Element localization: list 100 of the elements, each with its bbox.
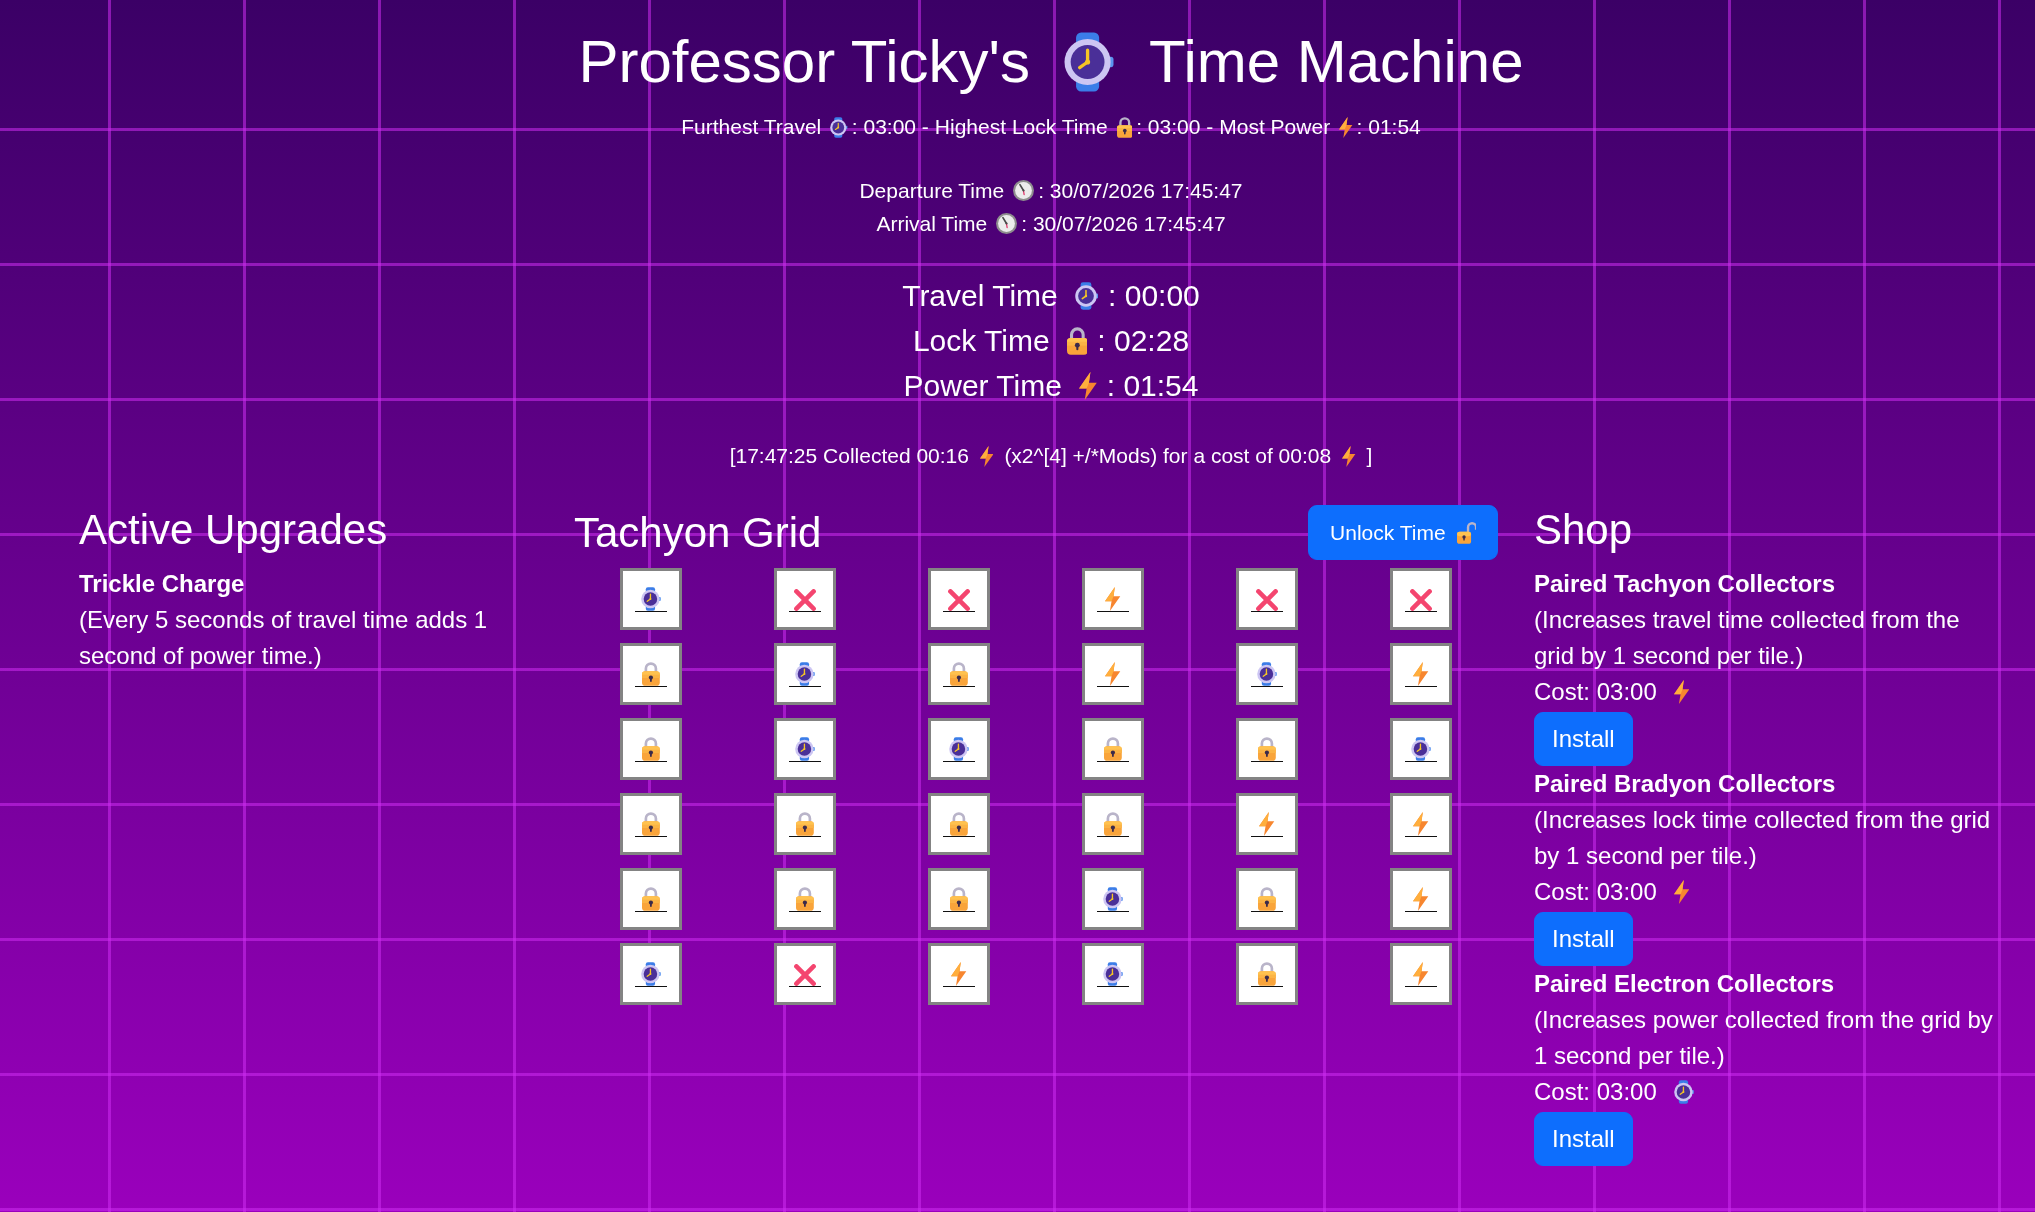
grid-tile[interactable] bbox=[1390, 793, 1452, 855]
clock-icon bbox=[1013, 180, 1035, 201]
readout-label: Power Time bbox=[903, 368, 1062, 404]
lock-icon bbox=[642, 812, 660, 836]
watch-icon bbox=[1103, 962, 1123, 986]
cross-icon bbox=[794, 589, 816, 611]
lock-icon bbox=[1258, 887, 1276, 911]
grid-tile[interactable] bbox=[774, 868, 836, 930]
cross-icon bbox=[1410, 589, 1432, 611]
grid-tile[interactable] bbox=[928, 793, 990, 855]
item-description: (Increases lock time collected from the grid by 1 second per tile.) bbox=[1534, 805, 1992, 871]
grid-tile[interactable] bbox=[1236, 943, 1298, 1005]
grid-tile[interactable] bbox=[620, 943, 682, 1005]
item-cost: Cost: 03:00 bbox=[1534, 877, 1657, 907]
grid-tile[interactable] bbox=[1082, 943, 1144, 1005]
readout-value: : 02:28 bbox=[1097, 323, 1190, 359]
grid-tile[interactable] bbox=[1236, 643, 1298, 705]
grid-tile[interactable] bbox=[1082, 643, 1144, 705]
item-name: Paired Tachyon Collectors bbox=[1534, 569, 1836, 599]
watch-icon bbox=[1074, 281, 1099, 310]
grid-tile[interactable] bbox=[928, 718, 990, 780]
grid-tile[interactable] bbox=[1236, 568, 1298, 630]
grid-tile[interactable] bbox=[620, 643, 682, 705]
lock-icon bbox=[642, 887, 660, 911]
grid-tile[interactable] bbox=[774, 793, 836, 855]
grid-tile[interactable] bbox=[1390, 868, 1452, 930]
bolt-icon bbox=[1413, 662, 1429, 686]
lock-icon bbox=[796, 812, 814, 836]
grid-tile[interactable] bbox=[1236, 718, 1298, 780]
grid-tile[interactable] bbox=[1082, 868, 1144, 930]
grid-tile[interactable] bbox=[620, 793, 682, 855]
time-label: Departure Time bbox=[859, 178, 1005, 204]
app-title: Time Machine bbox=[1149, 27, 1524, 97]
cross-icon bbox=[1256, 589, 1278, 611]
bolt-icon bbox=[1342, 445, 1356, 467]
lock-icon bbox=[642, 662, 660, 686]
grid-tile[interactable] bbox=[620, 868, 682, 930]
grid-tile[interactable] bbox=[774, 568, 836, 630]
record-label: Highest Lock Time bbox=[934, 114, 1108, 140]
open-lock-icon bbox=[1456, 521, 1476, 544]
item-description: (Increases travel time collected from the grid by 1 second per tile.) bbox=[1534, 605, 1961, 671]
grid-tile[interactable] bbox=[1082, 718, 1144, 780]
grid-tile[interactable] bbox=[928, 568, 990, 630]
bolt-icon bbox=[1673, 680, 1690, 704]
grid-tile[interactable] bbox=[774, 718, 836, 780]
watch-icon bbox=[1257, 662, 1277, 686]
watch-icon bbox=[641, 587, 661, 611]
clock-icon bbox=[996, 213, 1018, 234]
lock-icon bbox=[1066, 326, 1088, 355]
lock-icon bbox=[1258, 737, 1276, 761]
record-label: Most Power bbox=[1219, 114, 1331, 140]
grid-tile[interactable] bbox=[1236, 793, 1298, 855]
lock-icon bbox=[950, 887, 968, 911]
bolt-icon bbox=[1105, 662, 1121, 686]
grid-tile[interactable] bbox=[774, 943, 836, 1005]
lock-icon bbox=[1104, 812, 1122, 836]
section-heading: Shop bbox=[1534, 505, 1634, 555]
grid-tile[interactable] bbox=[774, 643, 836, 705]
grid-tile[interactable] bbox=[620, 568, 682, 630]
grid-tile[interactable] bbox=[928, 943, 990, 1005]
install-button[interactable]: Install bbox=[1534, 912, 1633, 966]
grid-tile[interactable] bbox=[1236, 868, 1298, 930]
watch-icon bbox=[949, 737, 969, 761]
lock-icon bbox=[950, 812, 968, 836]
bolt-icon bbox=[951, 962, 967, 986]
bolt-icon bbox=[1339, 116, 1353, 138]
install-button[interactable]: Install bbox=[1534, 712, 1633, 766]
watch-icon bbox=[795, 662, 815, 686]
log-text: [17:47:25 Collected 00:16 bbox=[729, 443, 969, 469]
grid-tile[interactable] bbox=[1082, 793, 1144, 855]
grid-tile[interactable] bbox=[1390, 718, 1452, 780]
bolt-icon bbox=[1259, 812, 1275, 836]
item-cost: Cost: 03:00 bbox=[1534, 677, 1657, 707]
grid-tile[interactable] bbox=[1390, 568, 1452, 630]
bolt-icon bbox=[1105, 587, 1121, 611]
lock-icon bbox=[796, 887, 814, 911]
unlock-button[interactable]: Unlock Time bbox=[1308, 505, 1498, 560]
cross-icon bbox=[948, 589, 970, 611]
watch-icon bbox=[1064, 32, 1114, 92]
grid-tile[interactable] bbox=[928, 868, 990, 930]
lock-icon bbox=[950, 662, 968, 686]
watch-icon bbox=[1411, 737, 1431, 761]
readout-label: Travel Time bbox=[902, 278, 1058, 314]
lock-icon bbox=[1258, 962, 1276, 986]
item-name: Paired Electron Collectors bbox=[1534, 969, 1836, 999]
grid-tile[interactable] bbox=[1082, 568, 1144, 630]
install-button[interactable]: Install bbox=[1534, 1112, 1633, 1166]
log-text: ] bbox=[1366, 443, 1373, 469]
grid-tile[interactable] bbox=[928, 643, 990, 705]
section-heading: Active Upgrades bbox=[79, 505, 389, 555]
bolt-icon bbox=[1413, 962, 1429, 986]
grid-tile[interactable] bbox=[1390, 943, 1452, 1005]
watch-icon bbox=[641, 962, 661, 986]
lock-icon bbox=[642, 737, 660, 761]
grid-tile[interactable] bbox=[1390, 643, 1452, 705]
readout-label: Lock Time bbox=[912, 323, 1050, 359]
item-description: (Increases power collected from the grid by 1 second per tile.) bbox=[1534, 1005, 1994, 1071]
lock-icon bbox=[1104, 737, 1122, 761]
item-name: Paired Bradyon Collectors bbox=[1534, 769, 1837, 799]
grid-tile[interactable] bbox=[620, 718, 682, 780]
